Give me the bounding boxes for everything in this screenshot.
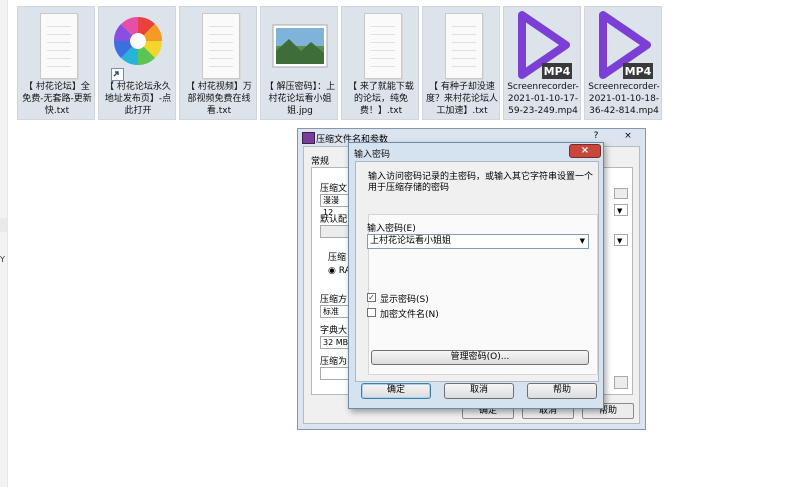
- mp4-badge: MP4: [624, 65, 652, 78]
- file-item[interactable]: MP4 Screenrecorder-2021-01-10-17-59-23-2…: [503, 6, 581, 120]
- file-name: 【 村花论坛永久地址发布页】-点此打开: [104, 82, 172, 116]
- manage-passwords-button[interactable]: 管理密码(O)...: [371, 350, 589, 365]
- compression-method-select[interactable]: 标准: [320, 305, 350, 318]
- dictionary-size-select[interactable]: 32 MB: [320, 336, 350, 349]
- password-dialog-body: 输入访问密码记录的主密码，或输入其它字符串设置一个用于压缩存储的密码: [355, 161, 599, 382]
- mp4-video-icon: MP4: [595, 11, 653, 79]
- default-profile-label: 默认配: [320, 215, 348, 225]
- compression-method-label: 压缩方: [320, 295, 348, 305]
- file-name: 【 村花论坛】全免费-无套路-更新快.txt: [22, 82, 92, 116]
- file-name: 【 村花视频】万部视频免费在线看.txt: [186, 82, 252, 116]
- password-label: 输入密码(E): [367, 224, 416, 234]
- archive-name-field[interactable]: 漫漫12: [320, 194, 350, 217]
- password-input[interactable]: 上村花论坛看小姐姐 ▼: [367, 234, 589, 249]
- mp4-badge: MP4: [543, 65, 571, 78]
- split-volumes-label: 压缩为: [320, 357, 348, 367]
- text-file-icon: [433, 11, 491, 79]
- show-password-label: 显示密码(S): [380, 295, 429, 305]
- compression-format-label: 压缩: [328, 253, 347, 263]
- close-title-button[interactable]: ×: [621, 131, 635, 143]
- split-volumes-select[interactable]: [320, 367, 350, 380]
- mp4-video-icon: MP4: [514, 11, 572, 79]
- instruction-text: 输入访问密码记录的主密码，或输入其它字符串设置一个用于压缩存储的密码: [368, 172, 594, 193]
- colorful-pinwheel-shortcut-icon: [109, 11, 167, 81]
- cancel-button[interactable]: 取消: [444, 383, 514, 399]
- password-value: 上村花论坛看小姐姐: [370, 236, 452, 246]
- enter-password-dialog: 输入密码 × 输入访问密码记录的主密码，或输入其它字符串设置一个用于压缩存储的密…: [348, 142, 604, 409]
- file-item[interactable]: 【 有种子却没速度？来村花论坛人工加速】.txt: [422, 6, 500, 120]
- left-panel-mark: Y: [0, 255, 5, 264]
- compression-method-value: 标准: [323, 307, 339, 316]
- encrypt-filenames-label: 加密文件名(N): [380, 310, 439, 320]
- profiles-button[interactable]: [320, 225, 350, 238]
- close-icon[interactable]: ×: [569, 144, 601, 158]
- file-name: Screenrecorder-2021-01-10-18-36-42-814.m…: [588, 82, 660, 116]
- dropdown-arrow-icon: ▼: [617, 207, 623, 215]
- dictionary-size-value: 32 MB: [323, 338, 349, 347]
- left-panel-strip: Y: [0, 0, 8, 487]
- tab-general[interactable]: 常规: [311, 154, 329, 167]
- text-file-icon: [352, 11, 410, 79]
- file-name: 【 来了就能下载的论坛，纯免费！】.txt: [348, 82, 414, 116]
- file-item[interactable]: 【 村花论坛】全免费-无套路-更新快.txt: [17, 6, 95, 120]
- left-panel-selection: [0, 218, 7, 232]
- encrypt-filenames-checkbox[interactable]: [367, 308, 376, 317]
- dropdown-arrow-icon: ▼: [617, 237, 623, 245]
- password-dialog-title: 输入密码: [354, 150, 391, 160]
- file-name: Screenrecorder-2021-01-10-17-59-23-249.m…: [507, 82, 579, 116]
- file-item[interactable]: 【 解压密码】：上村花论坛看小姐姐.jpg: [260, 6, 338, 120]
- file-item[interactable]: 【 来了就能下载的论坛，纯免费！】.txt: [341, 6, 419, 120]
- help-button[interactable]: 帮助: [527, 383, 597, 399]
- image-file-icon: [271, 11, 329, 79]
- text-file-icon: [28, 11, 86, 79]
- file-name: 【 解压密码】：上村花论坛看小姐姐.jpg: [264, 82, 336, 116]
- shortcut-arrow-icon: [111, 68, 124, 81]
- dropdown-arrow-icon[interactable]: ▼: [580, 235, 585, 248]
- show-password-checkbox[interactable]: ✓: [367, 293, 376, 302]
- file-item[interactable]: MP4 Screenrecorder-2021-01-10-18-36-42-8…: [584, 6, 662, 120]
- file-item[interactable]: 【 村花论坛永久地址发布页】-点此打开: [98, 6, 176, 120]
- file-name: 【 有种子却没速度？来村花论坛人工加速】.txt: [425, 82, 498, 116]
- text-file-icon: [190, 11, 248, 79]
- file-item[interactable]: 【 村花视频】万部视频免费在线看.txt: [179, 6, 257, 120]
- winrar-icon: [302, 132, 315, 144]
- update-mode-dropdown[interactable]: ▼: [614, 204, 628, 216]
- second-dropdown[interactable]: ▼: [614, 234, 628, 246]
- dictionary-size-label: 字典大: [320, 326, 348, 336]
- browse-button[interactable]: [614, 188, 628, 199]
- archive-name-label: 压缩文: [320, 184, 348, 194]
- ok-button[interactable]: 确定: [361, 383, 431, 399]
- set-password-button[interactable]: [614, 376, 628, 389]
